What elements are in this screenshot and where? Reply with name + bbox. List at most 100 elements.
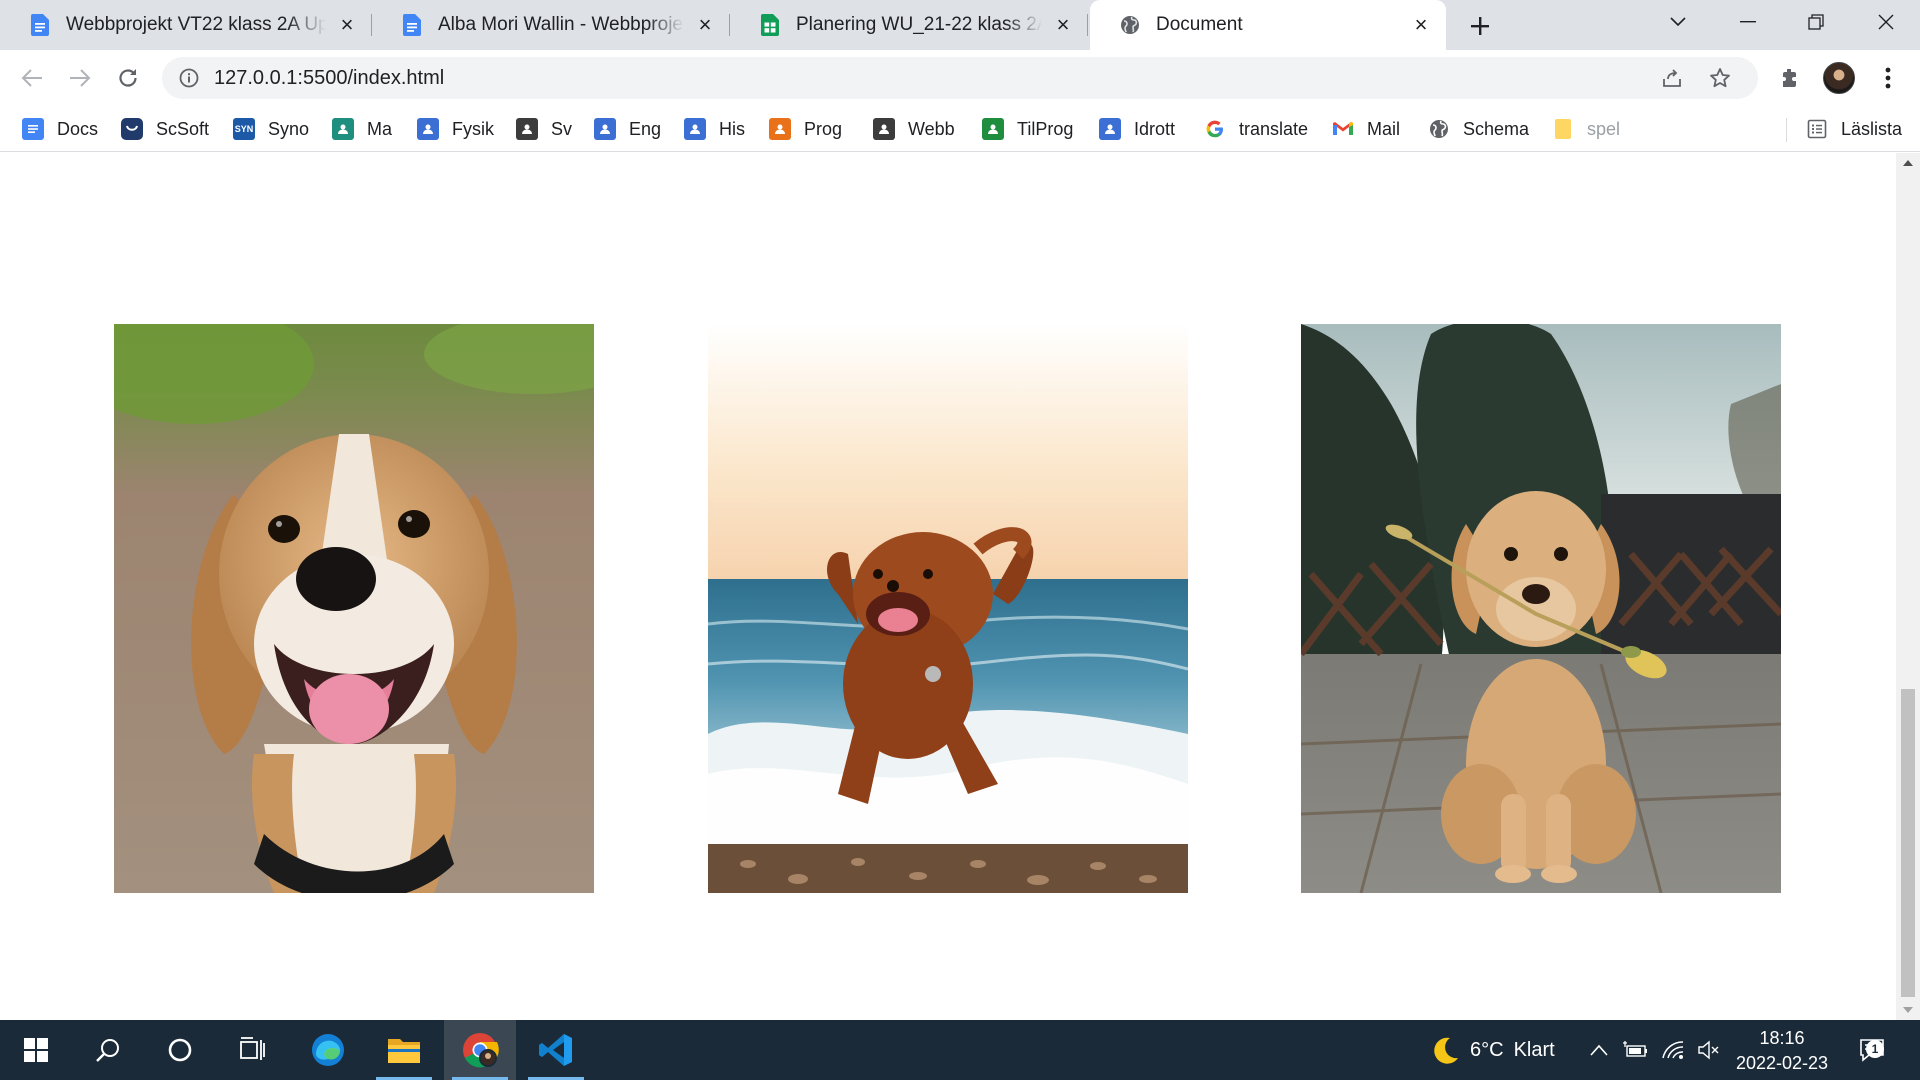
wifi-icon bbox=[1662, 1041, 1684, 1059]
taskbar-app-file-explorer[interactable] bbox=[368, 1020, 440, 1080]
restore-button[interactable] bbox=[1786, 0, 1846, 44]
minimize-button[interactable] bbox=[1718, 0, 1778, 44]
show-hidden-icons-button[interactable] bbox=[1586, 1020, 1612, 1080]
triangle-down-icon bbox=[1903, 1007, 1913, 1013]
bookmark-label: Schema bbox=[1463, 118, 1530, 139]
close-tab-icon[interactable]: × bbox=[1410, 14, 1432, 36]
notification-count-badge: 1 bbox=[1866, 1040, 1884, 1058]
volume-status[interactable] bbox=[1694, 1020, 1724, 1080]
bookmark-translate[interactable]: translate bbox=[1204, 114, 1308, 144]
bookmark-label: Syno bbox=[268, 118, 310, 139]
page-viewport bbox=[0, 153, 1920, 1020]
extensions-icon[interactable] bbox=[1776, 64, 1804, 92]
google-sheets-icon bbox=[760, 14, 780, 36]
weather-condition: Klart bbox=[1513, 1038, 1555, 1061]
page-scrollbar[interactable] bbox=[1896, 153, 1920, 1020]
browser-toolbar: 127.0.0.1:5500/index.html bbox=[0, 50, 1920, 106]
share-icon[interactable] bbox=[1660, 66, 1684, 90]
battery-charging-icon bbox=[1623, 1041, 1647, 1057]
bookmark-schema[interactable]: Schema bbox=[1428, 114, 1529, 144]
windows-logo-icon bbox=[24, 1038, 48, 1062]
bookmark-label: ScSoft bbox=[156, 118, 210, 139]
bookmark-scsoft[interactable]: ScSoft bbox=[121, 114, 209, 144]
taskbar-clock[interactable]: 18:16 2022-02-23 bbox=[1722, 1026, 1842, 1076]
bookmark-ma[interactable]: Ma bbox=[332, 114, 392, 144]
scsoft-icon bbox=[121, 118, 143, 140]
bookmark-sv[interactable]: Sv bbox=[516, 114, 572, 144]
classroom-icon bbox=[769, 118, 791, 140]
task-view-button[interactable] bbox=[216, 1020, 288, 1080]
url-text: 127.0.0.1:5500/index.html bbox=[214, 67, 445, 89]
beach-dog-photo bbox=[708, 324, 1188, 893]
google-icon bbox=[1204, 118, 1226, 140]
scroll-down-button[interactable] bbox=[1896, 1000, 1920, 1020]
bookmark-webb[interactable]: Webb bbox=[873, 114, 955, 144]
network-status[interactable] bbox=[1658, 1020, 1688, 1080]
bookmark-label: His bbox=[719, 118, 745, 139]
bookmark-mail[interactable]: Mail bbox=[1332, 114, 1400, 144]
address-bar[interactable]: 127.0.0.1:5500/index.html bbox=[162, 57, 1758, 99]
taskbar-app-chrome[interactable] bbox=[444, 1020, 516, 1080]
tab-alba-mori-wallin[interactable]: Alba Mori Wallin - Webbprojekt VT22 × bbox=[372, 0, 730, 50]
cortana-button[interactable] bbox=[144, 1020, 216, 1080]
bookmark-tilprog[interactable]: TilProg bbox=[982, 114, 1073, 144]
reload-button[interactable] bbox=[108, 58, 148, 98]
close-window-button[interactable] bbox=[1856, 0, 1916, 44]
info-icon[interactable] bbox=[178, 67, 200, 89]
new-tab-button[interactable] bbox=[1462, 8, 1498, 44]
tab-webbprojekt-uppgift[interactable]: Webbprojekt VT22 klass 2A Uppgift × bbox=[0, 0, 372, 50]
classroom-icon bbox=[1099, 118, 1121, 140]
tab-strip: Webbprojekt VT22 klass 2A Uppgift × Alba… bbox=[0, 0, 1920, 50]
back-button[interactable] bbox=[12, 58, 52, 98]
classroom-icon bbox=[684, 118, 706, 140]
bookmarks-separator bbox=[1786, 118, 1787, 142]
weather-widget[interactable]: 6°C Klart bbox=[1428, 1020, 1580, 1080]
tab-planering[interactable]: Planering WU_21-22 klass 2A - Google × bbox=[730, 0, 1088, 50]
gmail-icon bbox=[1332, 118, 1354, 140]
triangle-up-icon bbox=[1903, 160, 1913, 166]
bookmark-folder-spel[interactable]: spel bbox=[1552, 114, 1620, 144]
tab-title: Alba Mori Wallin - Webbprojekt VT22 bbox=[438, 14, 684, 35]
bookmark-prog[interactable]: Prog bbox=[769, 114, 842, 144]
bookmark-label: Sv bbox=[551, 118, 573, 139]
profile-avatar[interactable] bbox=[1823, 62, 1855, 94]
more-menu-icon[interactable] bbox=[1874, 64, 1902, 92]
bookmark-syno[interactable]: SYN Syno bbox=[233, 114, 309, 144]
bookmark-fysik[interactable]: Fysik bbox=[417, 114, 494, 144]
bookmark-eng[interactable]: Eng bbox=[594, 114, 661, 144]
globe-icon bbox=[1120, 14, 1140, 36]
tab-document[interactable]: Document × bbox=[1090, 0, 1446, 50]
chrome-icon bbox=[463, 1033, 499, 1068]
search-button[interactable] bbox=[72, 1020, 144, 1080]
scrollbar-thumb[interactable] bbox=[1901, 689, 1915, 997]
clock-date: 2022-02-23 bbox=[1735, 1053, 1829, 1073]
bookmark-his[interactable]: His bbox=[684, 114, 745, 144]
docs-icon bbox=[22, 118, 44, 140]
bookmark-label: Mail bbox=[1367, 118, 1401, 139]
bookmark-label: Prog bbox=[804, 118, 843, 139]
taskbar-app-vscode[interactable] bbox=[520, 1020, 592, 1080]
task-view-icon bbox=[240, 1037, 265, 1060]
google-docs-icon bbox=[402, 14, 422, 36]
bookmark-idrott[interactable]: Idrott bbox=[1099, 114, 1175, 144]
close-tab-icon[interactable]: × bbox=[336, 14, 358, 36]
classroom-icon bbox=[332, 118, 354, 140]
scroll-up-button[interactable] bbox=[1896, 153, 1920, 173]
battery-status[interactable] bbox=[1620, 1020, 1652, 1080]
taskbar-app-edge[interactable] bbox=[292, 1020, 364, 1080]
tab-title: Document bbox=[1156, 14, 1243, 35]
reading-list-button[interactable]: Läslista bbox=[1806, 114, 1902, 144]
close-tab-icon[interactable]: × bbox=[1052, 14, 1074, 36]
close-tab-icon[interactable]: × bbox=[694, 14, 716, 36]
forward-button[interactable] bbox=[60, 58, 100, 98]
arrow-right-icon bbox=[70, 69, 91, 87]
bookmark-star-icon[interactable] bbox=[1708, 66, 1732, 90]
bookmark-label: Fysik bbox=[452, 118, 494, 139]
chevron-up-icon bbox=[1590, 1044, 1608, 1056]
reading-list-label: Läslista bbox=[1841, 118, 1903, 139]
clock-time: 18:16 bbox=[1759, 1028, 1805, 1048]
edge-icon bbox=[312, 1034, 344, 1066]
bookmark-docs[interactable]: Docs bbox=[22, 114, 98, 144]
tab-search-button[interactable] bbox=[1648, 0, 1708, 44]
start-button[interactable] bbox=[0, 1020, 72, 1080]
